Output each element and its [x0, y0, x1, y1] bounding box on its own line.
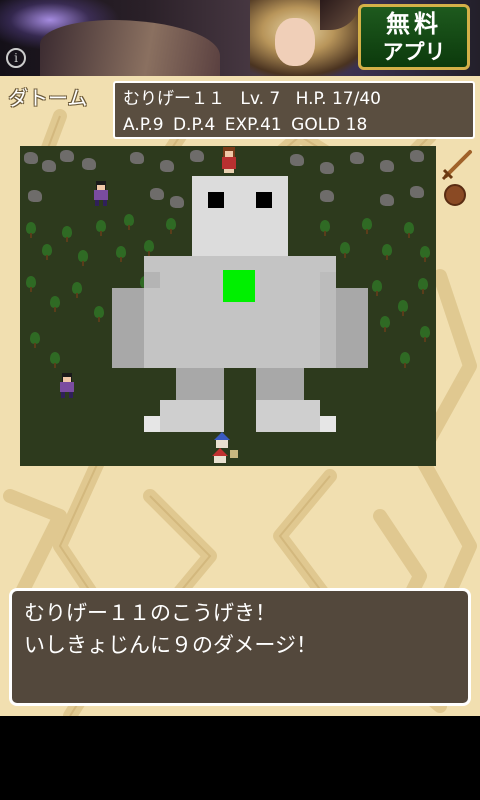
tree — [72, 282, 82, 298]
rock — [60, 150, 74, 162]
rock — [24, 152, 38, 164]
rock — [290, 154, 304, 166]
game-stage: ダトーム むりげー１１ Lv. 7 H.P. 17/40 A.P.9 D.P.4… — [0, 76, 480, 716]
ad-banner[interactable]: i 無料 アプリ — [0, 0, 480, 76]
sword-icon[interactable] — [440, 148, 474, 182]
tree — [420, 246, 430, 262]
battle-message-box[interactable]: むりげー１１のこうげき！ いしきょじんに９のダメージ！ — [9, 588, 471, 706]
player-ap: A.P.9 — [123, 115, 164, 135]
tree — [398, 300, 408, 316]
ad-character-face — [275, 18, 315, 66]
status-row-2: A.P.9 D.P.4 EXP.41 GOLD 18 — [123, 112, 465, 138]
tree — [404, 222, 414, 238]
player-gold: GOLD 18 — [291, 115, 368, 135]
tree — [372, 280, 382, 296]
ad-character-body — [40, 20, 220, 76]
tree — [94, 306, 104, 322]
npc-villager[interactable] — [56, 372, 78, 400]
message-line-1: むりげー１１のこうげき！ — [24, 601, 276, 625]
player-dp: D.P.4 — [172, 115, 216, 135]
tree — [420, 326, 430, 342]
stone-golem-sprite[interactable] — [112, 176, 368, 436]
info-icon[interactable]: i — [6, 48, 26, 68]
location-name: ダトーム — [8, 86, 88, 110]
rock — [320, 162, 334, 174]
status-row-1: むりげー１１ Lv. 7 H.P. 17/40 — [123, 86, 465, 112]
status-panel: むりげー１１ Lv. 7 H.P. 17/40 A.P.9 D.P.4 EXP.… — [113, 81, 475, 139]
golem-core-gem — [223, 270, 255, 302]
tree — [62, 226, 72, 242]
tree — [380, 316, 390, 332]
message-line-2: いしきょじんに９のダメージ！ — [24, 633, 317, 657]
tree — [78, 250, 88, 266]
player-name: むりげー１１ — [123, 89, 225, 109]
free-app-label-1: 無料 — [386, 10, 442, 38]
tree — [42, 244, 52, 260]
rock — [130, 152, 144, 164]
npc-villager[interactable] — [90, 180, 112, 208]
tree — [26, 276, 36, 292]
tree — [382, 244, 392, 260]
tree — [50, 352, 60, 368]
rock — [380, 160, 394, 172]
rock — [42, 160, 56, 172]
player-hp: H.P. 17/40 — [295, 89, 381, 109]
tree — [400, 352, 410, 368]
tree — [96, 220, 106, 236]
rock — [410, 150, 424, 162]
free-app-label-2: アプリ — [382, 40, 446, 64]
player-level: Lv. 7 — [240, 89, 281, 109]
tree — [418, 278, 428, 294]
rock — [380, 194, 394, 206]
tree — [26, 222, 36, 238]
rock — [410, 186, 424, 198]
npc-girl[interactable] — [218, 146, 240, 174]
free-app-button[interactable]: 無料 アプリ — [358, 4, 470, 70]
player-exp: EXP.41 — [224, 115, 282, 135]
rock — [82, 158, 96, 170]
shield-icon[interactable] — [444, 184, 466, 206]
rock — [160, 160, 174, 172]
tree — [50, 296, 60, 312]
rock — [28, 190, 42, 202]
field-map[interactable] — [20, 146, 436, 466]
tree — [30, 332, 40, 348]
rock — [190, 150, 204, 162]
rock — [350, 152, 364, 164]
